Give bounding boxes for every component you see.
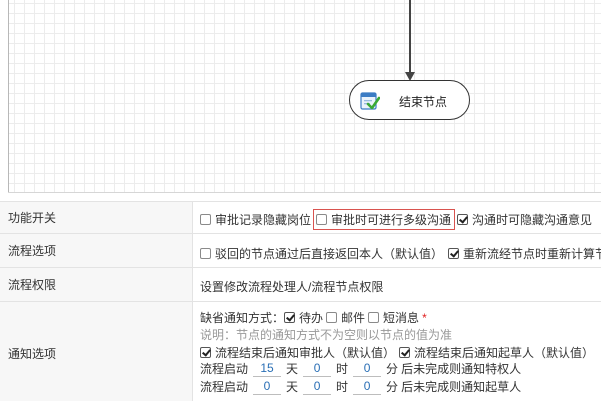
return-to-self-checkbox[interactable]: [200, 248, 211, 259]
notify-note: 说明：节点的通知方式不为空则以节点的值为准: [200, 328, 453, 342]
reminder2-minutes-input[interactable]: [353, 378, 382, 395]
method-todo[interactable]: 待办: [284, 309, 323, 326]
check-document-icon: [360, 92, 380, 110]
option-return-to-self[interactable]: 驳回的节点通过后直接返回本人（默认值）: [200, 245, 443, 262]
after-end-notify: 流程结束后通知审批人（默认值） 流程结束后通知起草人（默认值）: [200, 344, 594, 361]
reminder1-minutes-unit: 分: [386, 362, 399, 376]
method-email[interactable]: 邮件: [326, 309, 365, 326]
flow-permission-label: 流程权限: [0, 268, 193, 301]
notify-drafter-checkbox[interactable]: [399, 347, 411, 358]
method-sms-label: 短消息: [383, 311, 420, 325]
reminder-drafter: 流程启动 天 时 分 后未完成则通知起草人: [200, 378, 521, 395]
notify-approver-label: 流程结束后通知审批人（默认值）: [215, 346, 396, 360]
reminder1-days-input[interactable]: [253, 360, 282, 377]
notify-drafter-after-end[interactable]: 流程结束后通知起草人（默认值）: [399, 344, 594, 361]
flow-options-label: 流程选项: [0, 234, 193, 267]
end-node[interactable]: 结束节点: [349, 80, 470, 120]
reminder1-suffix: 后未完成则通知特权人: [401, 362, 522, 376]
reminder1-minutes-input[interactable]: [353, 360, 382, 377]
notify-approver-after-end[interactable]: 流程结束后通知审批人（默认值）: [200, 344, 395, 361]
flow-diagram-canvas[interactable]: [8, 0, 601, 192]
option-hide-post[interactable]: 审批记录隐藏岗位: [200, 211, 311, 228]
reminder1-days-unit: 天: [286, 362, 299, 376]
notify-options-body: 缺省通知方式： 待办 邮件 短消息 * 说明：节点的通知方式不为空则以节点的值为…: [200, 302, 601, 401]
flow-permission-row: 流程权限 设置修改流程处理人/流程节点权限: [0, 268, 601, 302]
canvas-divider: [8, 192, 601, 193]
method-email-checkbox[interactable]: [326, 312, 338, 323]
highlight-frame: [313, 209, 455, 230]
feature-switch-row: 功能开关 审批记录隐藏岗位 审批时可进行多级沟通 沟通时可隐藏沟通意见: [0, 202, 601, 234]
hide-post-checkbox[interactable]: [200, 214, 211, 225]
notify-approver-checkbox[interactable]: [200, 347, 211, 358]
reminder2-suffix: 后未完成则通知起草人: [401, 380, 522, 394]
option-recalculate-node[interactable]: 重新流经节点时重新计算节: [448, 245, 601, 262]
hide-post-label: 审批记录隐藏岗位: [215, 213, 312, 227]
reminder1-hours-unit: 时: [336, 362, 349, 376]
method-email-label: 邮件: [341, 311, 366, 325]
reminder1-hours-input[interactable]: [303, 360, 332, 377]
flow-permission-body: 设置修改流程处理人/流程节点权限: [200, 268, 601, 301]
reminder2-hours-input[interactable]: [303, 378, 332, 395]
method-sms[interactable]: 短消息: [368, 309, 419, 326]
flow-options-body: 驳回的节点通过后直接返回本人（默认值） 重新流经节点时重新计算节: [200, 234, 601, 267]
reminder2-days-unit: 天: [286, 380, 299, 394]
reminder2-prefix: 流程启动: [200, 380, 249, 394]
flow-permission-link[interactable]: 设置修改流程处理人/流程节点权限: [200, 278, 383, 295]
notify-options-label: 通知选项: [0, 302, 193, 401]
notify-drafter-label: 流程结束后通知起草人（默认值）: [414, 346, 595, 360]
flow-connector-line[interactable]: [409, 0, 411, 74]
method-todo-label: 待办: [299, 311, 324, 325]
hide-communication-opinion-checkbox[interactable]: [457, 214, 468, 225]
feature-switch-label: 功能开关: [0, 202, 193, 233]
return-to-self-label: 驳回的节点通过后直接返回本人（默认值）: [215, 247, 444, 261]
method-todo-checkbox[interactable]: [284, 312, 296, 323]
reminder2-days-input[interactable]: [253, 378, 282, 395]
reminder2-hours-unit: 时: [336, 380, 349, 394]
recalculate-node-label: 重新流经节点时重新计算节: [463, 247, 601, 261]
required-mark: *: [422, 310, 427, 325]
flow-options-row: 流程选项 驳回的节点通过后直接返回本人（默认值） 重新流经节点时重新计算节: [0, 234, 601, 268]
default-notify-method-label: 缺省通知方式：: [200, 311, 285, 325]
reminder1-prefix: 流程启动: [200, 362, 249, 376]
reminder-privileged: 流程启动 天 时 分 后未完成则通知特权人: [200, 360, 521, 377]
notify-options-row: 通知选项 缺省通知方式： 待办 邮件 短消息 * 说明：节点的通知方式不为空则以…: [0, 302, 601, 401]
default-notify-method: 缺省通知方式： 待办 邮件 短消息 *: [200, 309, 427, 326]
method-sms-checkbox[interactable]: [368, 312, 380, 323]
recalculate-node-checkbox[interactable]: [448, 248, 459, 259]
hide-communication-opinion-label: 沟通时可隐藏沟通意见: [472, 213, 593, 227]
end-node-label: 结束节点: [399, 95, 448, 109]
reminder2-minutes-unit: 分: [386, 380, 399, 394]
option-hide-communication-opinion[interactable]: 沟通时可隐藏沟通意见: [457, 211, 592, 228]
